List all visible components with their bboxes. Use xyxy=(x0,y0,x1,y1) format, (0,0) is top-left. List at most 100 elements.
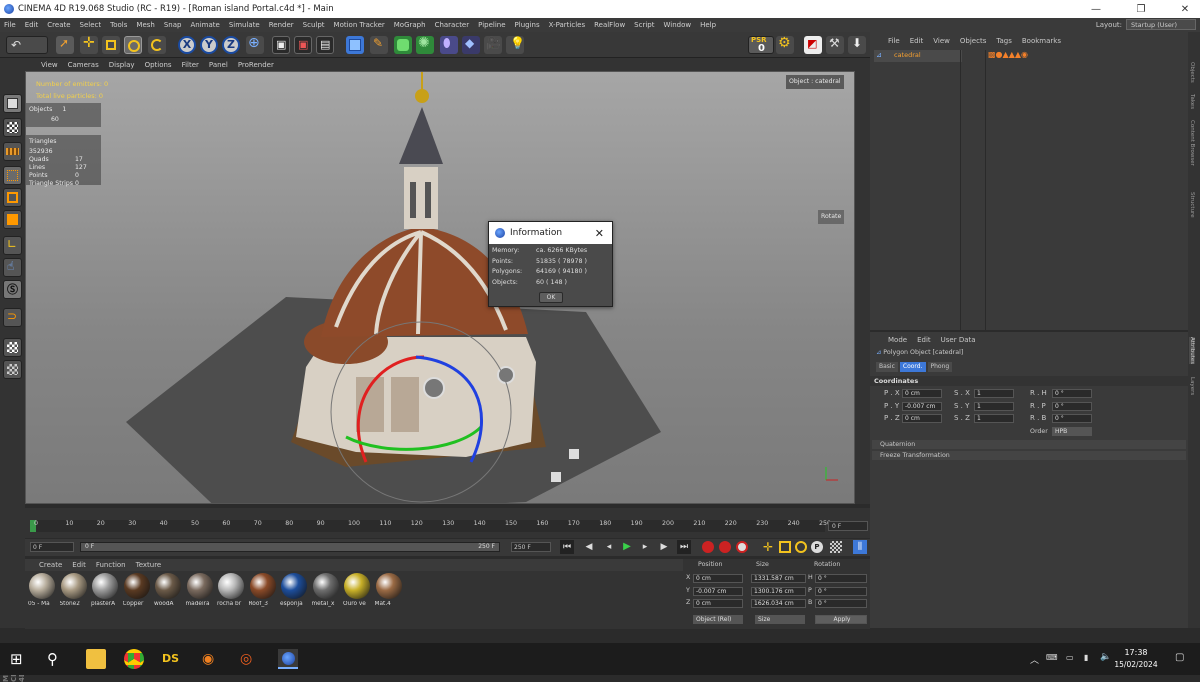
pen-button[interactable]: ✎ xyxy=(370,36,388,54)
network-icon[interactable]: ▮ xyxy=(1084,653,1088,662)
viewport-menu-filter[interactable]: Filter xyxy=(182,61,199,69)
key-parameter-button[interactable]: P xyxy=(811,541,823,553)
material-ball[interactable] xyxy=(29,573,55,599)
size-mode-dropdown[interactable]: Size xyxy=(755,615,805,624)
apply-button[interactable]: Apply xyxy=(815,615,867,624)
om-menu-objects[interactable]: Objects xyxy=(960,37,986,45)
viewport-menu-display[interactable]: Display xyxy=(109,61,135,69)
keyboard-icon[interactable]: ⌨ xyxy=(1046,653,1058,662)
attr-rotation-field[interactable]: 0 ° xyxy=(1052,389,1092,398)
menu-help[interactable]: Help xyxy=(700,21,716,29)
om-menu-edit[interactable]: Edit xyxy=(910,37,924,45)
blender-icon[interactable]: ◉ xyxy=(202,649,222,669)
material-ball[interactable] xyxy=(92,573,118,599)
viewport-menu-view[interactable]: View xyxy=(41,61,58,69)
key-rotation-button[interactable] xyxy=(795,541,807,553)
timeline-ruler[interactable]: 0 10 20 30 40 50 60 70 80 90 100 110 120 130 140 150 160… xyxy=(30,520,831,532)
menu-realflow[interactable]: RealFlow xyxy=(594,21,625,29)
menu-motion-tracker[interactable]: Motion Tracker xyxy=(334,21,385,29)
material-tags-icon[interactable]: ▩●▲▲▲◉ xyxy=(988,50,1028,59)
material-menu-function[interactable]: Function xyxy=(96,561,126,569)
points-mode-button[interactable] xyxy=(3,166,22,185)
quaternion-section[interactable]: Quaternion xyxy=(872,440,1186,449)
menu-render[interactable]: Render xyxy=(269,21,294,29)
next-key-button[interactable]: ▶ xyxy=(657,540,671,554)
download-button[interactable]: ⬇ xyxy=(848,36,866,54)
minimize-button[interactable]: — xyxy=(1081,0,1111,18)
material-ball[interactable] xyxy=(344,573,370,599)
attr-position-field[interactable]: -0.007 cm xyxy=(902,401,942,411)
maximize-button[interactable]: ❐ xyxy=(1126,0,1156,18)
am-menu-edit[interactable]: Edit xyxy=(917,336,931,344)
key-pla-button[interactable] xyxy=(830,541,842,553)
attr-position-field[interactable]: 0 cm xyxy=(902,389,942,398)
attr-scale-field[interactable]: 1 xyxy=(974,389,1014,398)
3d-viewport[interactable]: Number of emitters: 0 Total live particl… xyxy=(25,71,855,504)
layout-dropdown[interactable]: Startup (User) xyxy=(1126,19,1196,30)
previous-key-button[interactable]: ◀ xyxy=(582,540,596,554)
previous-frame-button[interactable]: ◂ xyxy=(602,540,616,554)
go-to-end-button[interactable]: ⏭ xyxy=(677,540,691,554)
y-axis-button[interactable]: Y xyxy=(200,36,218,54)
cinema4d-taskbar-icon[interactable] xyxy=(278,649,298,669)
current-frame-field[interactable]: 0 F xyxy=(828,521,868,531)
cloner-button[interactable]: ✺ xyxy=(416,35,434,54)
notifications-icon[interactable]: ▢ xyxy=(1175,652,1184,663)
position-field[interactable]: 0 cm xyxy=(693,574,743,583)
material-ball[interactable] xyxy=(60,573,87,599)
menu-x-particles[interactable]: X-Particles xyxy=(549,21,585,29)
render-settings-button[interactable]: ▤ xyxy=(316,36,334,54)
attr-scale-field[interactable]: 1 xyxy=(974,401,1014,411)
end-frame-field[interactable]: 250 F xyxy=(511,542,551,552)
snap-button[interactable]: ◩ xyxy=(804,36,822,54)
menu-snap[interactable]: Snap xyxy=(164,21,182,29)
coordinate-system-button[interactable]: ⊕ xyxy=(246,35,264,54)
freeze-transformation-section[interactable]: Freeze Transformation xyxy=(872,451,1186,460)
viewport-menu-cameras[interactable]: Cameras xyxy=(68,61,99,69)
menu-sculpt[interactable]: Sculpt xyxy=(303,21,325,29)
am-menu-user-data[interactable]: User Data xyxy=(941,336,976,344)
material-ball[interactable] xyxy=(155,573,181,599)
tray-chevron-icon[interactable]: ︿ xyxy=(1030,653,1039,666)
material-ball[interactable] xyxy=(375,573,402,599)
menu-select[interactable]: Select xyxy=(80,21,102,29)
play-button[interactable]: ▶ xyxy=(620,540,634,554)
scene-button[interactable]: ◆ xyxy=(462,36,480,54)
attr-position-field[interactable]: 0 cm xyxy=(902,414,942,423)
keyframe-selection-button[interactable] xyxy=(736,541,748,553)
magnet-button[interactable]: ⊃ xyxy=(3,308,22,327)
om-menu-file[interactable]: File xyxy=(888,37,900,45)
material-ball[interactable] xyxy=(186,573,213,599)
menu-file[interactable]: File xyxy=(4,21,16,29)
chrome-icon[interactable] xyxy=(124,649,144,669)
tab-phong[interactable]: Phong xyxy=(927,362,953,372)
tab-basic[interactable]: Basic xyxy=(876,362,898,372)
clock-time[interactable]: 17:38 xyxy=(1118,648,1154,657)
material-menu-edit[interactable]: Edit xyxy=(72,561,86,569)
rotation-field[interactable]: 0 ° xyxy=(815,599,867,608)
tab-objects[interactable]: Objects xyxy=(1189,62,1195,83)
menu-window[interactable]: Window xyxy=(663,21,691,29)
undo-button[interactable]: ↶ xyxy=(6,36,48,54)
am-menu-mode[interactable]: Mode xyxy=(888,336,907,344)
menu-tools[interactable]: Tools xyxy=(110,21,127,29)
material-menu-texture[interactable]: Texture xyxy=(136,561,162,569)
attr-rotation-field[interactable]: 0 ° xyxy=(1052,414,1092,423)
workplane-mode-button[interactable] xyxy=(3,142,22,161)
attr-rotation-field[interactable]: 0 ° xyxy=(1052,401,1092,411)
close-icon[interactable]: ✕ xyxy=(595,227,604,240)
menu-script[interactable]: Script xyxy=(634,21,654,29)
record-button[interactable] xyxy=(702,541,714,553)
frame-range-slider[interactable]: 0 F 250 F xyxy=(80,542,500,552)
viewport-menu-prorender[interactable]: ProRender xyxy=(238,61,274,69)
attr-scale-field[interactable]: 1 xyxy=(974,414,1014,423)
key-scale-button[interactable] xyxy=(779,541,791,553)
file-explorer-icon[interactable] xyxy=(86,649,106,669)
menu-character[interactable]: Character xyxy=(435,21,470,29)
size-field[interactable]: 1300.176 cm xyxy=(751,586,806,596)
make-editable-button[interactable] xyxy=(3,94,22,113)
workplane-button[interactable]: ⚙ xyxy=(776,35,794,54)
menu-simulate[interactable]: Simulate xyxy=(229,21,260,29)
viewport-menu-options[interactable]: Options xyxy=(145,61,172,69)
rotation-field[interactable]: 0 ° xyxy=(815,574,867,583)
